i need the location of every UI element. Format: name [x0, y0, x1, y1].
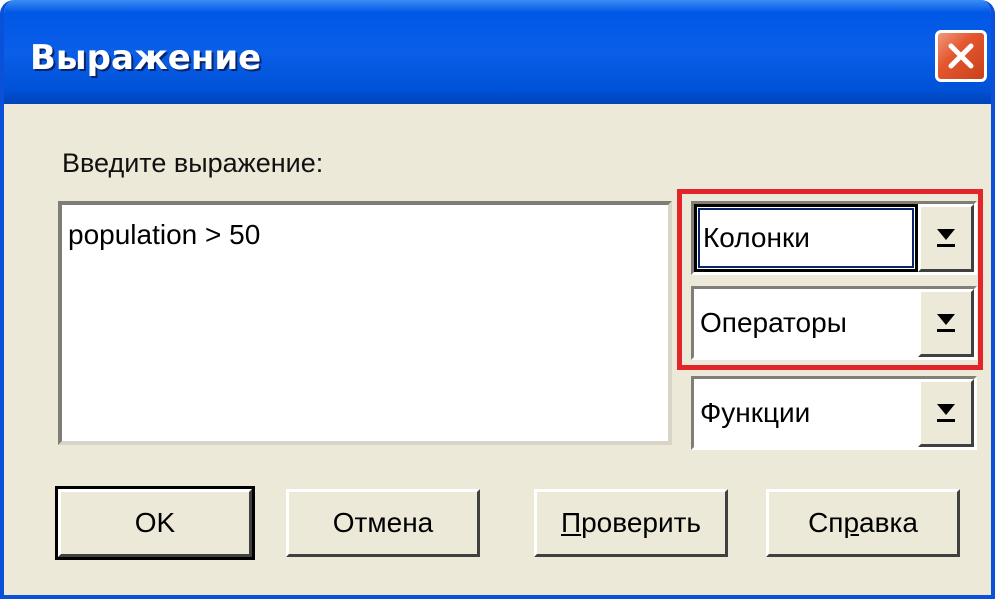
columns-dropdown-value[interactable]: Колонки	[694, 204, 918, 272]
columns-dropdown[interactable]: Колонки	[691, 201, 977, 275]
functions-dropdown-button[interactable]	[918, 379, 974, 447]
arrow-down-icon	[937, 229, 955, 247]
functions-dropdown[interactable]: Функции	[691, 376, 977, 450]
close-button[interactable]	[935, 30, 987, 82]
help-button-accesskey: р	[843, 507, 860, 538]
window-title: Выражение	[30, 38, 262, 78]
functions-dropdown-value[interactable]: Функции	[694, 379, 918, 447]
operators-dropdown[interactable]: Операторы	[691, 286, 977, 360]
cancel-button[interactable]: Отмена	[286, 489, 480, 557]
arrow-down-icon	[937, 314, 955, 332]
help-button-label-start: Сп	[808, 507, 844, 538]
expression-input[interactable]: population > 50	[58, 201, 672, 445]
close-icon	[948, 43, 974, 69]
arrow-down-icon	[937, 404, 955, 422]
help-button-label-end: авка	[859, 507, 918, 538]
title-bar[interactable]: Выражение	[4, 0, 991, 104]
operators-dropdown-value[interactable]: Операторы	[694, 289, 918, 357]
operators-dropdown-button[interactable]	[918, 289, 974, 357]
ok-button[interactable]: OK	[55, 486, 255, 560]
verify-button[interactable]: Проверить	[534, 489, 728, 557]
columns-dropdown-button[interactable]	[918, 204, 974, 272]
help-button[interactable]: Сп р авка	[766, 489, 960, 557]
verify-button-label: роверить	[581, 507, 702, 538]
expression-dialog: Выражение Введите выражение: population …	[0, 0, 995, 599]
verify-button-accesskey: П	[560, 507, 582, 538]
expression-label: Введите выражение:	[62, 148, 324, 178]
